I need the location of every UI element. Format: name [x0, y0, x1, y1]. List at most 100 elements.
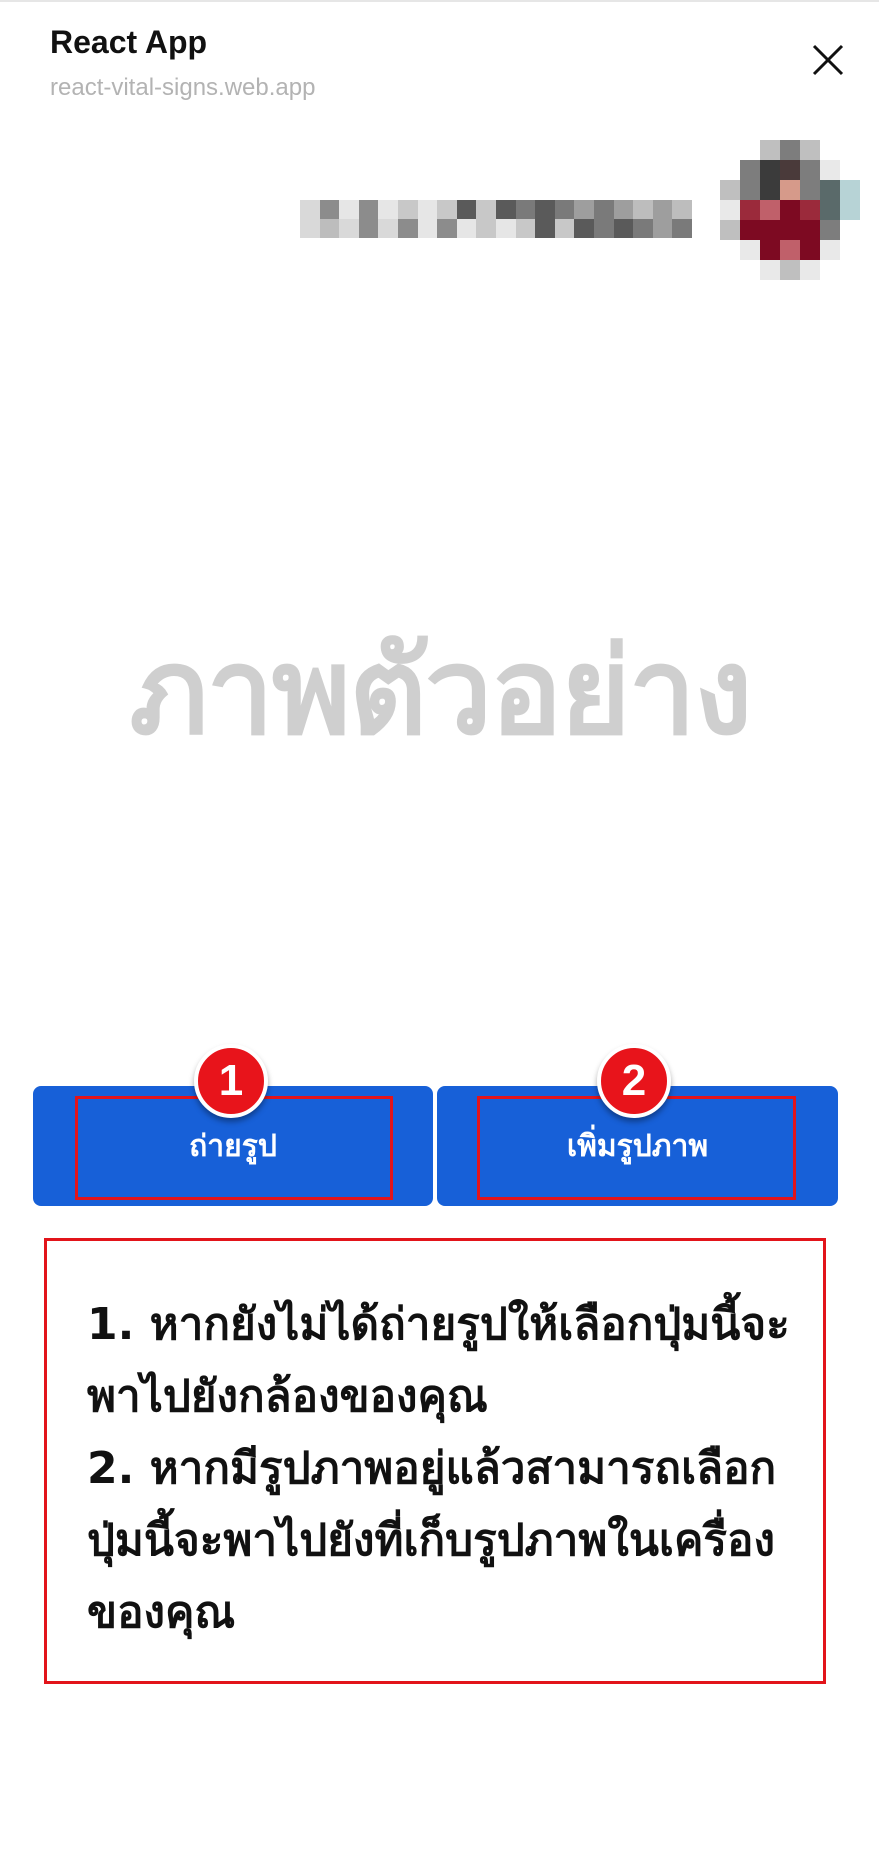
avatar-pixel — [740, 240, 760, 260]
preview-placeholder-label: ภาพตัวอย่าง — [129, 622, 752, 762]
redaction-pixel — [613, 219, 634, 238]
redaction-pixel — [437, 200, 457, 219]
avatar-pixel — [820, 180, 840, 200]
redaction-pixel — [554, 200, 575, 219]
redaction-pixel — [672, 219, 692, 238]
take-photo-label: ถ่ายรูป — [189, 1128, 277, 1164]
redaction-pixel — [554, 219, 575, 238]
redaction-pixel — [398, 219, 418, 238]
avatar-pixel — [720, 240, 740, 260]
avatar-pixel — [840, 220, 860, 240]
avatar-pixel — [760, 140, 780, 160]
avatar-pixel — [760, 220, 780, 240]
avatar-pixel — [820, 260, 840, 280]
redaction-pixel — [300, 219, 320, 238]
avatar-pixel — [740, 260, 760, 280]
avatar-pixel — [720, 160, 740, 180]
redaction-pixel — [300, 200, 320, 219]
avatar-pixel — [800, 240, 820, 260]
avatar-pixel — [840, 240, 860, 260]
user-name-redacted — [300, 200, 692, 238]
avatar-pixel — [760, 160, 780, 180]
avatar-pixel — [780, 240, 800, 260]
avatar-pixel — [720, 260, 740, 280]
avatar-pixel — [800, 140, 820, 160]
redaction-pixel — [456, 219, 477, 238]
redaction-pixel — [594, 219, 614, 238]
avatar-pixel — [840, 160, 860, 180]
avatar — [720, 140, 860, 280]
redaction-pixel — [535, 200, 555, 219]
avatar-pixel — [740, 200, 760, 220]
avatar-pixel — [820, 160, 840, 180]
add-photo-label: เพิ่มรูปภาพ — [566, 1128, 709, 1164]
redaction-pixel — [476, 219, 496, 238]
redaction-pixel — [417, 200, 438, 219]
avatar-pixel — [780, 160, 800, 180]
redaction-pixel — [339, 200, 359, 219]
redaction-pixel — [496, 200, 516, 219]
redaction-pixel — [339, 219, 359, 238]
avatar-pixel — [740, 220, 760, 240]
redaction-pixel — [378, 200, 398, 219]
avatar-pixel — [760, 200, 780, 220]
avatar-pixel — [760, 180, 780, 200]
avatar-pixel — [780, 220, 800, 240]
avatar-pixel — [800, 220, 820, 240]
avatar-pixel — [820, 200, 840, 220]
redaction-pixel — [437, 219, 457, 238]
redaction-pixel — [574, 219, 594, 238]
redaction-pixel — [319, 219, 340, 238]
redaction-pixel — [515, 219, 536, 238]
avatar-pixel — [840, 180, 860, 200]
avatar-pixel — [740, 140, 760, 160]
instructions-box: 1. หากยังไม่ได้ถ่ายรูปให้เลือกปุ่มนี้จะพ… — [44, 1238, 826, 1684]
redaction-pixel — [496, 219, 516, 238]
avatar-pixel — [720, 200, 740, 220]
redaction-pixel — [574, 200, 594, 219]
redaction-pixel — [594, 200, 614, 219]
avatar-pixel — [780, 140, 800, 160]
redaction-pixel — [476, 200, 496, 219]
avatar-pixel — [800, 200, 820, 220]
avatar-pixel — [740, 160, 760, 180]
avatar-pixel — [820, 220, 840, 240]
avatar-pixel — [800, 260, 820, 280]
redaction-pixel — [613, 200, 634, 219]
avatar-pixel — [740, 180, 760, 200]
avatar-pixel — [720, 220, 740, 240]
avatar-pixel — [840, 200, 860, 220]
avatar-pixel — [800, 180, 820, 200]
avatar-pixel — [720, 180, 740, 200]
avatar-pixel — [840, 260, 860, 280]
close-icon — [812, 44, 844, 76]
redaction-pixel — [652, 219, 673, 238]
avatar-pixel — [780, 200, 800, 220]
redaction-pixel — [417, 219, 438, 238]
redaction-pixel — [515, 200, 536, 219]
avatar-pixel — [780, 180, 800, 200]
close-button[interactable] — [808, 40, 848, 80]
redaction-pixel — [319, 200, 340, 219]
step-marker-1: 1 — [194, 1044, 268, 1118]
redaction-pixel — [456, 200, 477, 219]
avatar-pixel — [840, 140, 860, 160]
avatar-pixel — [820, 140, 840, 160]
app-url: react-vital-signs.web.app — [50, 74, 316, 101]
redaction-pixel — [398, 200, 418, 219]
avatar-pixel — [800, 160, 820, 180]
avatar-pixel — [720, 140, 740, 160]
redaction-pixel — [535, 219, 555, 238]
instruction-item-2: 2. หากมีรูปภาพอยู่แล้วสามารถเลือกปุ่มนี้… — [87, 1443, 777, 1638]
redaction-pixel — [672, 200, 692, 219]
redaction-pixel — [633, 200, 653, 219]
avatar-pixel — [760, 240, 780, 260]
redaction-pixel — [358, 219, 379, 238]
avatar-pixel — [820, 240, 840, 260]
redaction-pixel — [633, 219, 653, 238]
instruction-item-1: 1. หากยังไม่ได้ถ่ายรูปให้เลือกปุ่มนี้จะพ… — [87, 1299, 790, 1422]
redaction-pixel — [378, 219, 398, 238]
avatar-pixel — [780, 260, 800, 280]
app-title: React App — [50, 24, 208, 60]
redaction-pixel — [652, 200, 673, 219]
